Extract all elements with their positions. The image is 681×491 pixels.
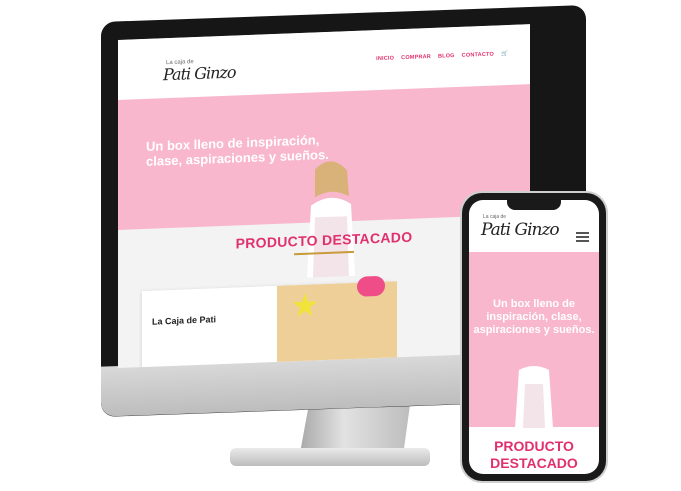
nav-comprar[interactable]: COMPRAR bbox=[401, 54, 431, 61]
hero-headline: Un box lleno de inspiración, clase, aspi… bbox=[473, 298, 595, 336]
phone-screen: La caja de Pati Ginzo Un box lleno de in… bbox=[469, 200, 599, 474]
nav-inicio[interactable]: INICIO bbox=[376, 55, 394, 62]
cart-icon[interactable]: 🛒 bbox=[501, 51, 508, 57]
phone-notch bbox=[507, 200, 561, 210]
site-logo[interactable]: Pati Ginzo bbox=[163, 62, 235, 84]
mobile-phone: La caja de Pati Ginzo Un box lleno de in… bbox=[462, 193, 606, 481]
main-nav: INICIO COMPRAR BLOG CONTACTO 🛒 bbox=[376, 51, 508, 62]
monitor-stand-neck bbox=[300, 405, 410, 453]
featured-title: PRODUCTO DESTACADO bbox=[490, 438, 578, 471]
hero-model-image bbox=[515, 366, 553, 428]
hero-model-image bbox=[307, 161, 355, 278]
product-title: La Caja de Pati bbox=[152, 314, 217, 327]
site-logo[interactable]: Pati Ginzo bbox=[481, 220, 560, 240]
product-card[interactable]: La Caja de Pati bbox=[142, 275, 397, 369]
nav-blog[interactable]: BLOG bbox=[438, 53, 455, 60]
hero-banner: Un box lleno de inspiración, clase, aspi… bbox=[469, 252, 599, 428]
hamburger-menu-icon[interactable] bbox=[576, 230, 589, 244]
pink-sticker bbox=[357, 275, 385, 297]
nav-contacto[interactable]: CONTACTO bbox=[462, 52, 494, 59]
monitor-stand-base bbox=[230, 448, 430, 466]
